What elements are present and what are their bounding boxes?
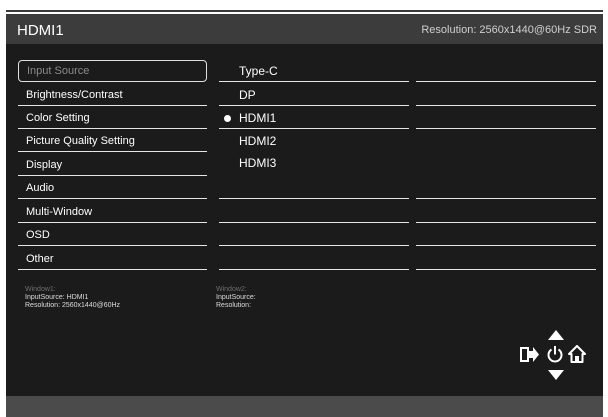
window2-info: Window2: InputSource: Resolution:: [216, 286, 256, 310]
up-arrow-icon[interactable]: [548, 330, 564, 340]
menu-item-picture-quality-setting[interactable]: Picture Quality Setting: [18, 130, 207, 152]
resolution-status: Resolution: 2560x1440@60Hz SDR: [421, 24, 597, 36]
input-option-hdmi1[interactable]: HDMI1: [219, 107, 409, 129]
divider: [219, 128, 409, 129]
osd-header: HDMI1 Resolution: 2560x1440@60Hz SDR: [6, 14, 603, 44]
menu-item-audio[interactable]: Audio: [18, 177, 207, 199]
divider: [18, 269, 207, 270]
menu-item-label: Input Source: [27, 65, 90, 77]
divider: [219, 198, 409, 199]
menu-item-osd[interactable]: OSD: [18, 224, 207, 246]
menu-item-brightness-contrast[interactable]: Brightness/Contrast: [18, 84, 207, 106]
window2-resolution: Resolution:: [216, 302, 252, 309]
power-icon[interactable]: [546, 345, 564, 364]
window2-title: Window2:: [216, 286, 247, 293]
home-icon[interactable]: [568, 345, 586, 363]
menu-item-label: Display: [26, 159, 63, 171]
menu-item-color-setting[interactable]: Color Setting: [18, 107, 207, 129]
divider: [18, 245, 207, 246]
menu-item-label: Audio: [26, 182, 55, 194]
empty-row: [416, 60, 596, 82]
divider: [18, 105, 207, 106]
divider: [416, 198, 596, 199]
empty-row: [416, 201, 596, 223]
menu-item-display[interactable]: Display: [18, 154, 207, 176]
input-option-hdmi2[interactable]: HDMI2: [219, 130, 409, 152]
osd-footer: [6, 396, 603, 417]
input-option-hdmi3[interactable]: HDMI3: [219, 152, 409, 174]
divider: [219, 105, 409, 106]
divider: [18, 198, 207, 199]
divider: [416, 245, 596, 246]
divider: [219, 245, 409, 246]
menu-item-label: Brightness/Contrast: [26, 89, 123, 101]
input-option-dp[interactable]: DP: [219, 84, 409, 106]
menu-item-label: Color Setting: [26, 112, 90, 124]
menu-item-label: Other: [26, 253, 54, 265]
input-option-label: HDMI1: [239, 111, 277, 125]
input-option-label: HDMI2: [239, 134, 277, 148]
input-option-label: Type-C: [239, 64, 278, 78]
empty-row: [416, 177, 596, 199]
down-arrow-icon[interactable]: [548, 370, 564, 380]
empty-row: [219, 201, 409, 223]
divider: [18, 151, 207, 152]
empty-row: [219, 177, 409, 199]
empty-row: [416, 224, 596, 246]
divider: [219, 269, 409, 270]
menu-item-multi-window[interactable]: Multi-Window: [18, 201, 207, 223]
divider: [18, 222, 207, 223]
menu-item-input-source[interactable]: Input Source: [18, 60, 207, 82]
window1-resolution: Resolution: 2560x1440@60Hz: [25, 302, 121, 309]
divider: [219, 222, 409, 223]
input-option-label: HDMI3: [239, 156, 277, 170]
divider: [416, 105, 596, 106]
divider: [18, 175, 207, 176]
input-option-label: DP: [239, 88, 256, 102]
exit-icon[interactable]: [520, 346, 540, 363]
window2-source: InputSource:: [216, 294, 256, 301]
current-input-title: HDMI1: [17, 22, 64, 39]
empty-row: [416, 84, 596, 106]
osd-panel: HDMI1 Resolution: 2560x1440@60Hz SDR Inp…: [6, 14, 603, 396]
empty-row: [219, 224, 409, 246]
window1-info: Window1: InputSource: HDMI1 Resolution: …: [25, 286, 120, 310]
divider: [416, 128, 596, 129]
top-divider: [6, 10, 603, 12]
divider: [416, 222, 596, 223]
divider: [219, 81, 409, 82]
empty-row: [416, 107, 596, 129]
selected-dot-icon: [224, 115, 231, 122]
divider: [18, 128, 207, 129]
window1-title: Window1:: [25, 286, 56, 293]
input-option-type-c[interactable]: Type-C: [219, 60, 409, 82]
menu-item-label: OSD: [26, 229, 50, 241]
menu-item-label: Multi-Window: [26, 206, 93, 218]
window1-source: InputSource: HDMI1: [25, 294, 89, 301]
menu-item-label: Picture Quality Setting: [26, 135, 135, 147]
empty-row: [416, 248, 596, 270]
divider: [416, 81, 596, 82]
empty-row: [219, 248, 409, 270]
menu-item-other[interactable]: Other: [18, 248, 207, 270]
divider: [416, 269, 596, 270]
